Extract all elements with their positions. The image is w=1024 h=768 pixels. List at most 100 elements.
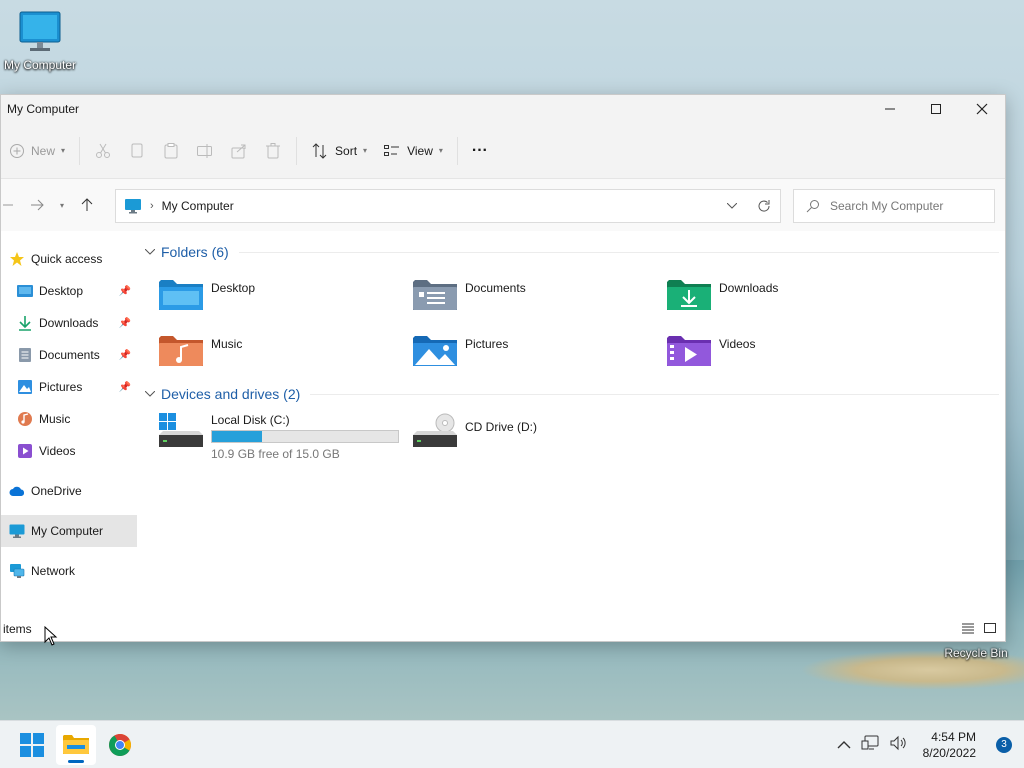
folder-label: Pictures <box>465 337 509 351</box>
folder-pictures[interactable]: Pictures <box>413 323 667 379</box>
divider <box>310 393 999 395</box>
pictures-folder-icon <box>413 336 457 366</box>
folder-documents[interactable]: Documents <box>413 267 667 323</box>
network-icon <box>10 564 25 578</box>
address-dropdown-button[interactable] <box>716 190 748 222</box>
command-bar: New ▾ Sort ▾ View ▾ ··· <box>1 123 1005 179</box>
sidebar-item-music[interactable]: Music <box>1 403 137 435</box>
more-icon: ··· <box>471 141 488 159</box>
folders-group-title: Folders (6) <box>161 244 229 260</box>
sidebar-item-videos[interactable]: Videos <box>1 435 137 467</box>
back-button[interactable] <box>1 189 15 221</box>
rename-button[interactable] <box>188 135 222 167</box>
details-view-icon <box>962 623 974 633</box>
pin-icon[interactable]: 📌 <box>119 318 131 329</box>
new-button[interactable]: New ▾ <box>1 135 73 167</box>
sidebar-item-label: Network <box>31 564 76 578</box>
chevron-down-icon: ▾ <box>438 146 443 155</box>
search-box[interactable] <box>793 189 995 223</box>
sidebar-item-downloads[interactable]: Downloads 📌 <box>1 307 137 339</box>
sidebar-item-onedrive[interactable]: OneDrive <box>1 475 137 507</box>
download-icon <box>19 316 31 331</box>
sort-button[interactable]: Sort ▾ <box>303 135 375 167</box>
folders-group-header[interactable]: Folders (6) <box>144 237 1005 267</box>
paste-button[interactable] <box>154 135 188 167</box>
pin-icon[interactable]: 📌 <box>119 286 131 297</box>
up-button[interactable] <box>73 189 101 221</box>
file-explorer-window: My Computer New ▾ Sort ▾ View ▾ ··· ▾ › … <box>0 94 1006 642</box>
address-bar[interactable]: › My Computer <box>115 189 781 223</box>
sidebar-item-my-computer[interactable]: My Computer <box>1 515 137 547</box>
window-controls <box>867 95 1005 123</box>
show-hidden-icons-button[interactable] <box>837 738 851 752</box>
paste-icon <box>164 142 178 158</box>
address-row: ▾ › My Computer <box>1 179 1005 231</box>
chevron-down-icon[interactable] <box>144 389 161 400</box>
folder-music[interactable]: Music <box>159 323 413 379</box>
navigation-pane: Quick access Desktop 📌 Downloads 📌 Docum… <box>1 231 137 641</box>
notification-badge[interactable]: 3 <box>996 736 1012 753</box>
sidebar-item-desktop[interactable]: Desktop 📌 <box>1 275 137 307</box>
desktop-icon-label: Recycle Bin <box>944 646 1008 660</box>
forward-button[interactable] <box>23 189 51 221</box>
folder-label: Desktop <box>211 281 256 295</box>
more-options-button[interactable]: ··· <box>464 135 496 167</box>
chevron-down-icon: ▾ <box>59 200 64 210</box>
windows-logo-icon <box>20 732 44 757</box>
drive-local-disk-c[interactable]: Local Disk (C:) 10.9 GB free of 15.0 GB <box>159 409 413 469</box>
network-status-button[interactable] <box>861 735 879 754</box>
view-list-icon <box>384 144 400 156</box>
view-button-label: View <box>407 143 433 158</box>
drives-grid: Local Disk (C:) 10.9 GB free of 15.0 GB … <box>145 409 1005 469</box>
details-view-button[interactable] <box>961 622 975 637</box>
taskbar-chrome[interactable] <box>100 725 140 765</box>
taskbar-file-explorer[interactable] <box>56 724 96 765</box>
copy-button[interactable] <box>120 135 154 167</box>
desktop-icon-label: My Computer <box>3 58 77 72</box>
search-input[interactable] <box>830 199 980 213</box>
title-bar[interactable]: My Computer <box>1 95 1005 123</box>
delete-button[interactable] <box>256 135 290 167</box>
monitor-icon <box>9 524 25 538</box>
drive-free-space: 10.9 GB free of 15.0 GB <box>211 447 340 461</box>
refresh-icon <box>758 200 770 212</box>
drive-info: CD Drive (D:) <box>465 413 537 434</box>
sidebar-item-documents[interactable]: Documents 📌 <box>1 339 137 371</box>
document-icon <box>19 348 31 362</box>
pin-icon[interactable]: 📌 <box>119 382 131 393</box>
drives-group-header[interactable]: Devices and drives (2) <box>144 379 1005 409</box>
recent-locations-button[interactable]: ▾ <box>51 189 73 221</box>
sidebar-item-network[interactable]: Network <box>1 555 137 587</box>
chevron-right-icon[interactable]: › <box>150 200 154 212</box>
breadcrumb-my-computer[interactable]: My Computer <box>162 199 234 213</box>
file-explorer-icon <box>63 734 89 754</box>
divider <box>296 136 298 165</box>
sidebar-item-quick-access[interactable]: Quick access <box>1 243 137 275</box>
share-button[interactable] <box>222 135 256 167</box>
refresh-button[interactable] <box>748 190 780 222</box>
chevron-down-icon <box>727 203 737 209</box>
cut-button[interactable] <box>86 135 120 167</box>
volume-button[interactable] <box>889 735 907 754</box>
drive-cd-d[interactable]: CD Drive (D:) <box>413 409 667 469</box>
sidebar-item-pictures[interactable]: Pictures 📌 <box>1 371 137 403</box>
trash-icon <box>266 142 281 158</box>
chevron-down-icon[interactable] <box>144 247 161 258</box>
large-icons-view-button[interactable] <box>983 622 997 637</box>
folder-label: Downloads <box>719 281 779 295</box>
minimize-button[interactable] <box>867 95 913 123</box>
view-button[interactable]: View ▾ <box>375 135 451 167</box>
desktop-icon-my-computer[interactable]: My Computer <box>0 10 80 72</box>
drive-info: Local Disk (C:) 10.9 GB free of 15.0 GB <box>211 413 399 461</box>
clock-date: 8/20/2022 <box>922 745 976 760</box>
monitor-icon <box>18 10 62 54</box>
pin-icon[interactable]: 📌 <box>119 350 131 361</box>
folder-videos[interactable]: Videos <box>667 323 921 379</box>
clock[interactable]: 4:54 PM 8/20/2022 <box>923 729 976 761</box>
start-button[interactable] <box>12 725 52 765</box>
desktop-icon-recycle-bin[interactable]: Recycle Bin <box>940 646 1012 660</box>
folder-downloads[interactable]: Downloads <box>667 267 921 323</box>
maximize-button[interactable] <box>913 95 959 123</box>
close-button[interactable] <box>959 95 1005 123</box>
folder-desktop[interactable]: Desktop <box>159 267 413 323</box>
